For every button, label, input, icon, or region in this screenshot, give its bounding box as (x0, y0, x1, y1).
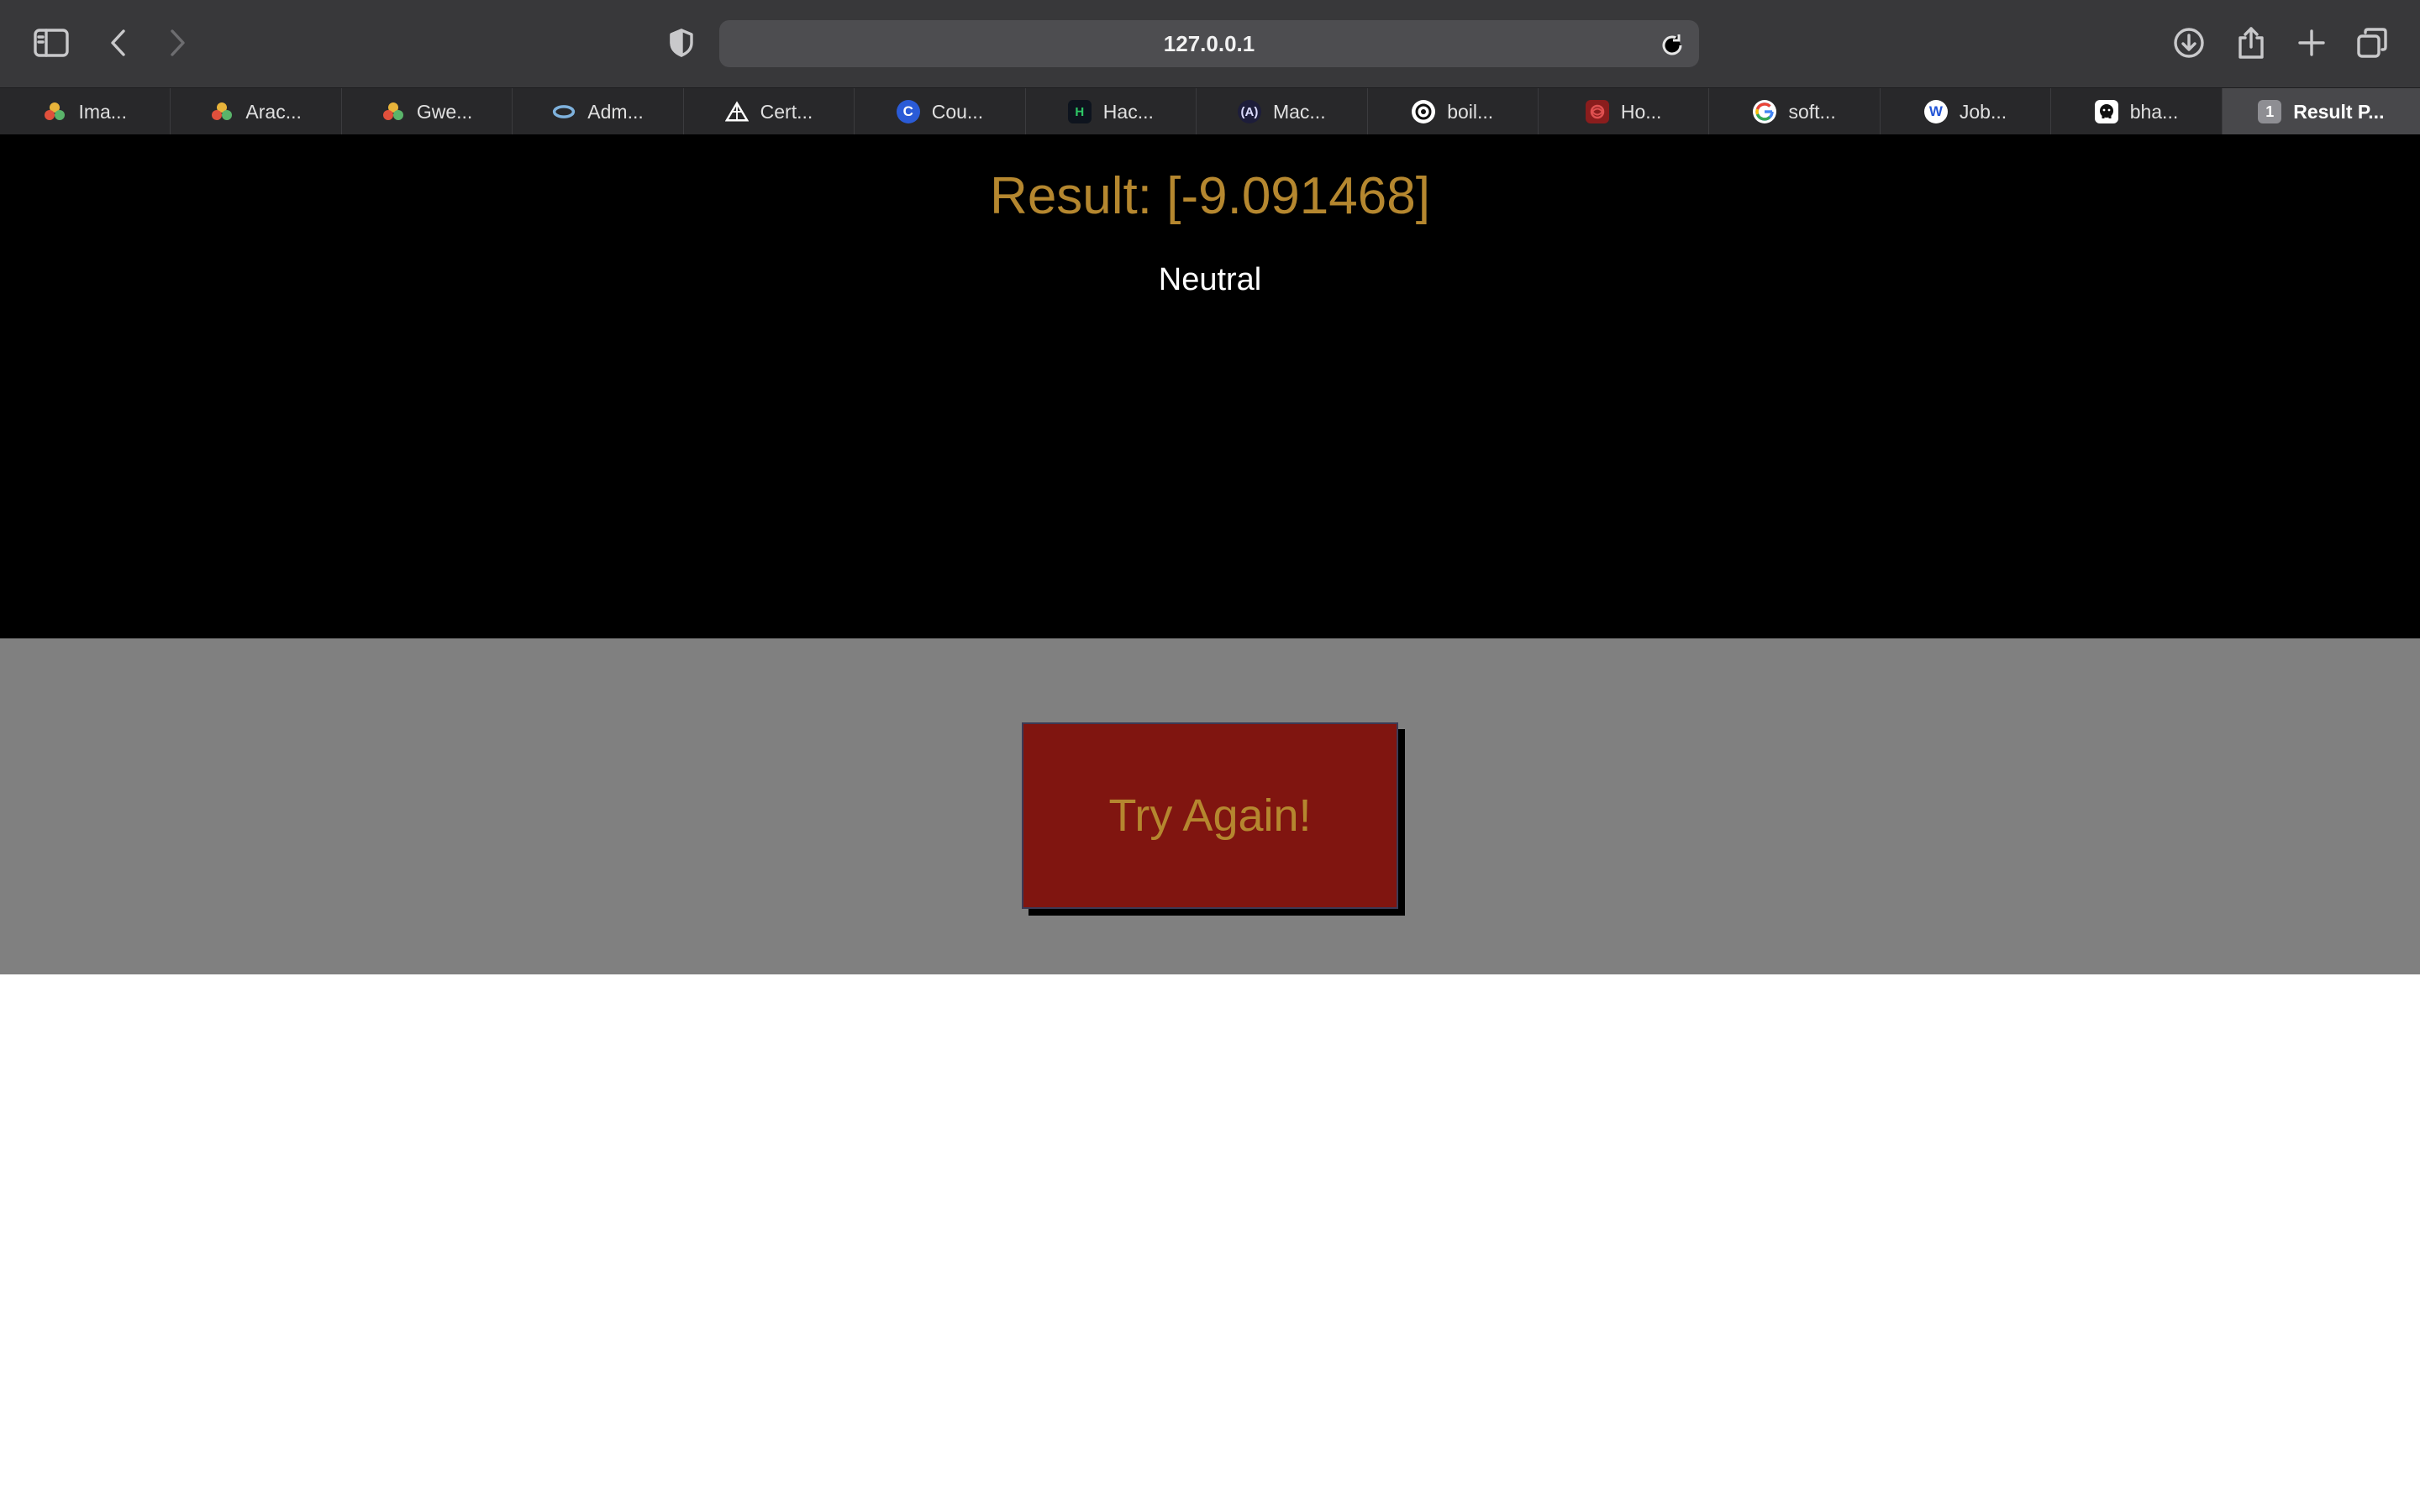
tab-label: Job... (1959, 100, 2007, 123)
colorful-dots-icon (43, 100, 66, 123)
privacy-shield-icon[interactable] (660, 22, 702, 64)
tab-label: boil... (1447, 100, 1494, 123)
sidebar-toggle-icon[interactable] (30, 22, 72, 64)
triangle-logo-icon (724, 100, 749, 123)
red-knot-icon (1585, 100, 1609, 123)
tab-label: Cert... (760, 100, 813, 123)
tab-label: Adm... (587, 100, 644, 123)
tab-item[interactable]: Ima... (0, 88, 171, 135)
try-again-button[interactable]: Try Again! (1022, 722, 1398, 909)
reload-icon[interactable] (1657, 29, 1687, 59)
tab-item[interactable]: W Job... (1881, 88, 2052, 135)
address-bar[interactable]: 127.0.0.1 (719, 20, 1699, 67)
tab-overview-icon[interactable] (2351, 22, 2393, 64)
tab-label: Hac... (1102, 100, 1154, 123)
result-section: Result: [-9.091468] Neutral (0, 134, 2420, 638)
w-badge-icon: W (1923, 100, 1948, 123)
google-g-icon (1753, 100, 1777, 123)
tab-item[interactable]: Cert... (684, 88, 855, 135)
tab-label: Arac... (245, 100, 302, 123)
back-icon[interactable] (97, 22, 139, 64)
tab-item[interactable]: bha... (2051, 88, 2223, 135)
colorful-dots-icon (381, 100, 405, 123)
url-text: 127.0.0.1 (1163, 30, 1255, 56)
tab-label: Ima... (78, 100, 127, 123)
tab-label: Result P... (2293, 100, 2385, 123)
tab-item[interactable]: Adm... (513, 88, 684, 135)
tab-item[interactable]: soft... (1709, 88, 1881, 135)
tab-result-page[interactable]: 1 Result P... (2222, 88, 2420, 135)
tab-label: Ho... (1620, 100, 1662, 123)
tab-item[interactable]: H Hac... (1026, 88, 1197, 135)
a-bracket-icon: (A) (1237, 100, 1261, 123)
action-section: Try Again! (0, 638, 2420, 974)
tab-label: Cou... (931, 100, 984, 123)
browser-toolbar: 127.0.0.1 (0, 0, 2420, 87)
swirl-icon (1412, 100, 1436, 123)
colorful-dots-icon (210, 100, 234, 123)
share-icon[interactable] (2230, 22, 2272, 64)
tab-strip: Ima... Arac... Gwe... Adm... Cert... C C… (0, 87, 2420, 135)
blue-ring-icon (552, 100, 576, 123)
hackerrank-h-icon: H (1067, 100, 1092, 123)
download-icon[interactable] (2168, 22, 2210, 64)
tab-label: Gwe... (416, 100, 473, 123)
tab-label: bha... (2129, 100, 2179, 123)
tab-item[interactable]: Arac... (171, 88, 342, 135)
new-tab-icon[interactable] (2291, 22, 2333, 64)
tab-item[interactable]: Gwe... (342, 88, 513, 135)
coursera-c-icon: C (896, 100, 920, 123)
github-icon (2094, 100, 2118, 123)
tab-item[interactable]: boil... (1368, 88, 1539, 135)
tab-label: Mac... (1272, 100, 1326, 123)
result-heading: Result: [-9.091468] (990, 167, 1430, 225)
tab-item[interactable]: (A) Mac... (1197, 88, 1368, 135)
tab-label: soft... (1788, 100, 1836, 123)
forward-icon[interactable] (156, 22, 198, 64)
tab-item[interactable]: C Cou... (855, 88, 1026, 135)
tab-item[interactable]: Ho... (1539, 88, 1710, 135)
tab-number-badge: 1 (2258, 100, 2282, 123)
sentiment-label: Neutral (1158, 262, 1262, 297)
page-content: Result: [-9.091468] Neutral Try Again! (0, 134, 2420, 1512)
